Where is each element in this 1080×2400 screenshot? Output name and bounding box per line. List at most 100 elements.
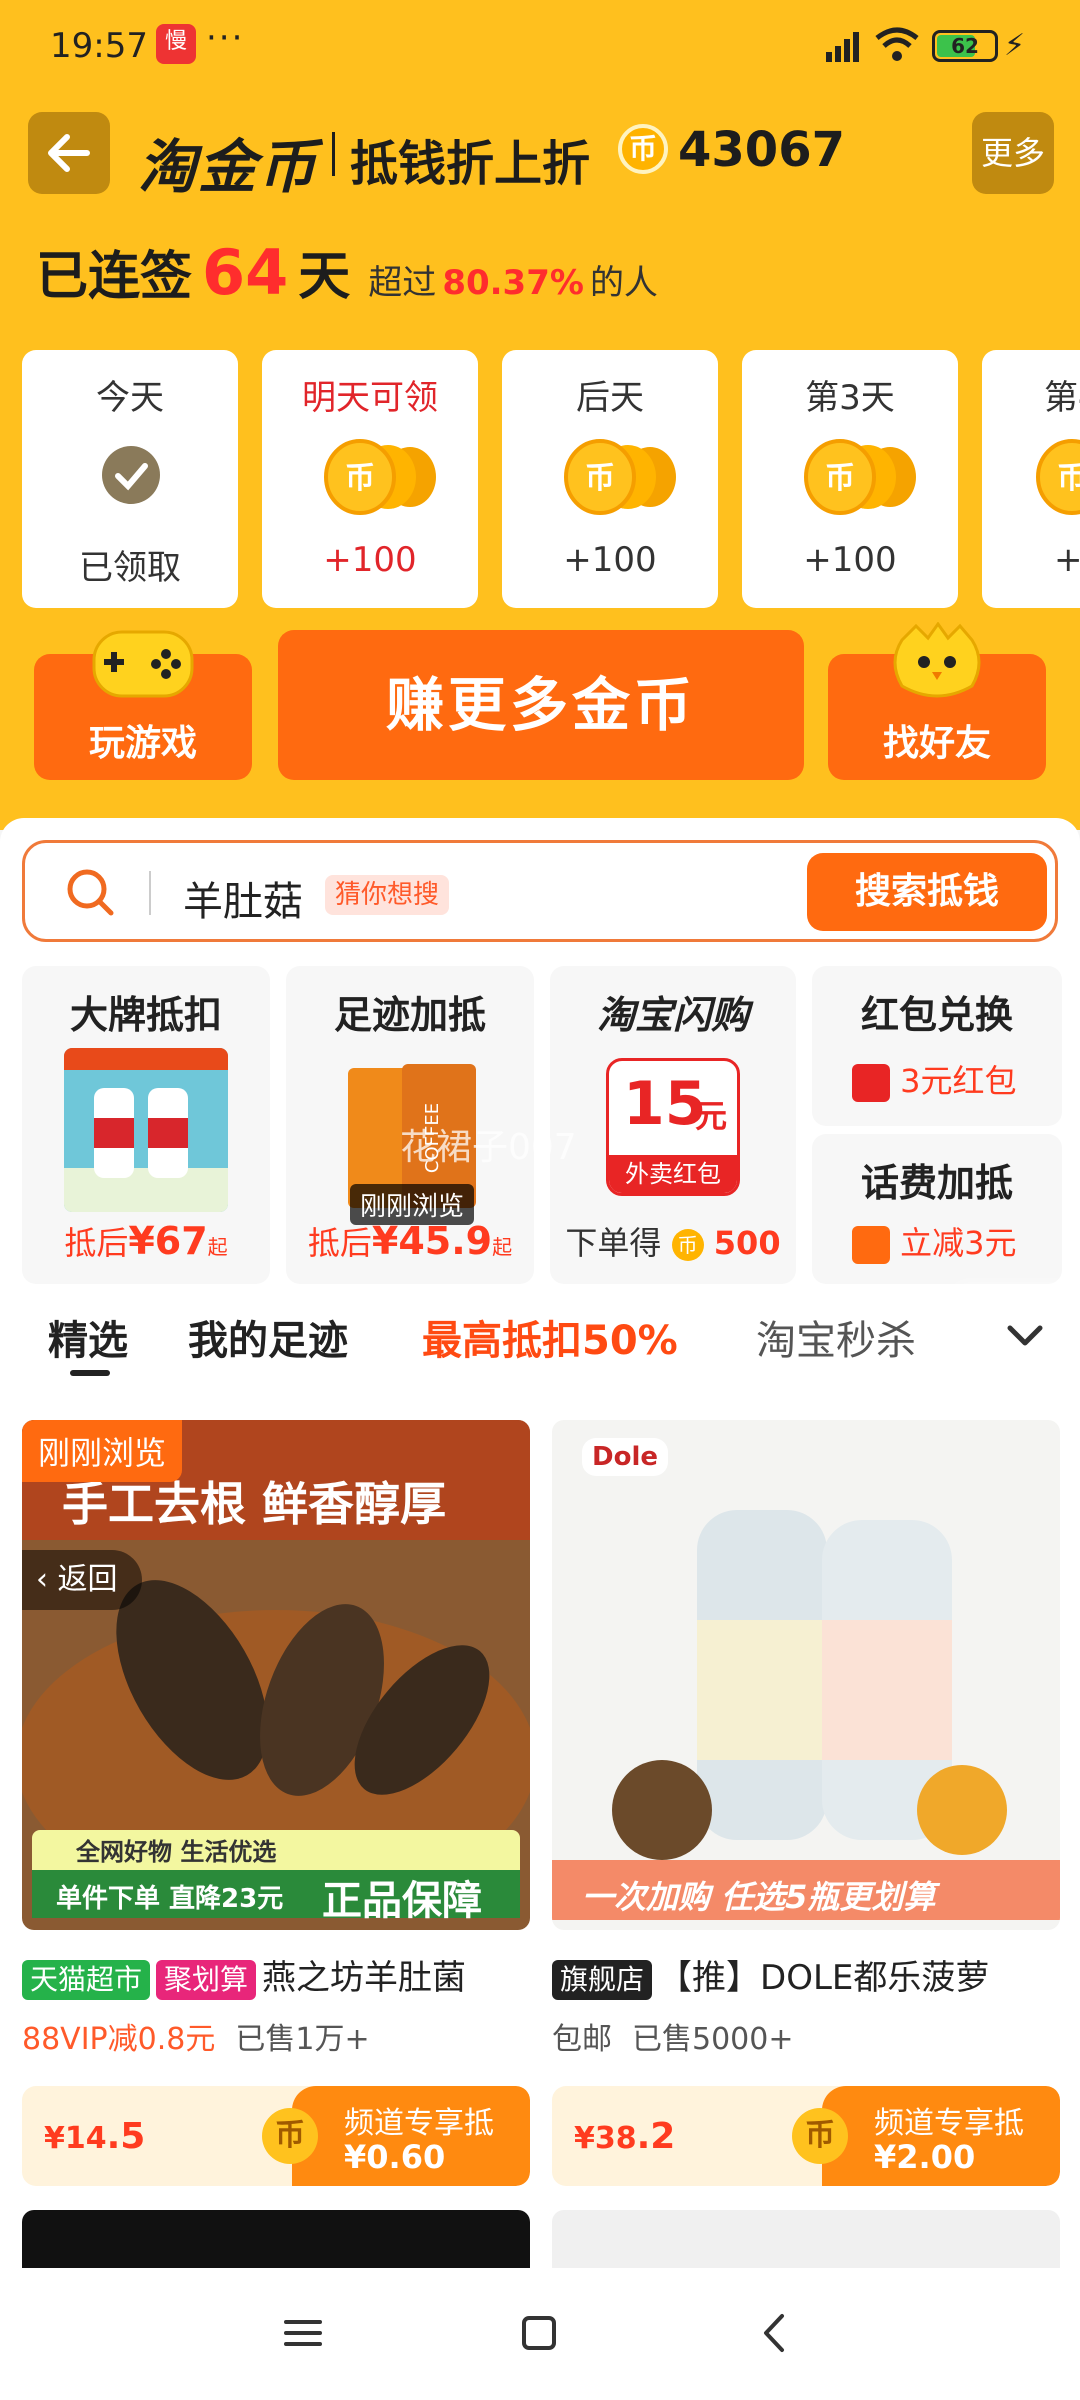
- coupon-ribbon: 外卖红包: [609, 1155, 737, 1193]
- day-label: 明天可领: [302, 378, 438, 418]
- day-label: 第3天: [805, 378, 895, 418]
- search-suggestion-tag: 猜你想搜: [325, 875, 450, 915]
- tab-flash-sale[interactable]: 淘宝秒杀: [756, 1308, 916, 1366]
- search-button[interactable]: 搜索抵钱: [807, 853, 1047, 931]
- product-price: ¥38.2: [574, 2116, 676, 2157]
- find-friends-label: 找好友: [882, 723, 991, 764]
- wifi-icon: [875, 27, 919, 61]
- product-price: ¥14.5: [44, 2116, 146, 2157]
- promo-title: 足迹加抵: [333, 993, 486, 1037]
- menu-icon[interactable]: [278, 2308, 328, 2358]
- battery-icon: 62: [932, 30, 998, 62]
- app-notification-icon: 慢: [156, 24, 196, 64]
- search-icon: [67, 869, 114, 916]
- brand-logo: Dole: [582, 1438, 668, 1476]
- checkin-day-tomorrow[interactable]: 明天可领 币 +100: [262, 350, 478, 608]
- back-button[interactable]: [28, 112, 110, 194]
- brand-title: 淘金币: [138, 133, 319, 201]
- streak-unit: 天: [298, 247, 351, 307]
- status-time: 19:57: [50, 26, 148, 66]
- coupon-unit: 元: [695, 1097, 728, 1135]
- checkin-day-4[interactable]: 第4 币 +1: [982, 350, 1080, 608]
- system-nav-bar: [0, 2268, 1080, 2400]
- price-bar[interactable]: ¥14.5 币 频道专享抵 ¥0.60: [22, 2086, 530, 2186]
- find-friends-button[interactable]: 找好友: [828, 622, 1046, 780]
- sign-in-streak: 已连签 64 天 超过 80.37% 的人: [36, 234, 658, 309]
- promo-flash-buy[interactable]: 淘宝闪购 15 元 外卖红包 下单得 币 500: [550, 966, 796, 1284]
- arrow-left-icon: [48, 134, 90, 172]
- product-image: Dole 一次加购 任选5瓶更划算: [552, 1420, 1060, 1930]
- product-image: 手工去根 鲜香醇厚 全网好物 生活优选 单件下单 直降23元 正品保障 刚刚浏览…: [22, 1420, 530, 1930]
- coin-stack-icon: 币: [1036, 439, 1080, 515]
- day-label: 今天: [96, 378, 164, 418]
- play-games-button[interactable]: 玩游戏: [34, 630, 252, 780]
- product-card-partial[interactable]: [552, 2210, 1060, 2268]
- product-card-partial[interactable]: [22, 2210, 530, 2268]
- tmall-badge: 天猫超市: [22, 1959, 151, 2000]
- streak-days: 64: [202, 236, 289, 309]
- day-amount: +100: [563, 540, 657, 580]
- product-card[interactable]: Dole 一次加购 任选5瓶更划算 旗舰店 【推】DOLE都乐菠萝 包邮 已售500…: [552, 1420, 1060, 2220]
- play-games-label: 玩游戏: [88, 723, 197, 764]
- coin-icon: 币: [618, 124, 668, 174]
- back-nav-icon[interactable]: [750, 2308, 800, 2358]
- search-bar: 羊肚菇 猜你想搜 搜索抵钱: [22, 840, 1058, 942]
- checkin-day-today[interactable]: 今天 已领取: [22, 350, 238, 608]
- product-card[interactable]: 手工去根 鲜香醇厚 全网好物 生活优选 单件下单 直降23元 正品保障 刚刚浏览…: [22, 1420, 530, 2220]
- charging-icon: ⚡: [1004, 28, 1026, 63]
- day-amount: +100: [323, 540, 417, 580]
- promo-brand-discount[interactable]: 大牌抵扣 抵后¥67起: [22, 966, 270, 1284]
- header-divider: [332, 132, 335, 176]
- daily-checkin-row: 今天 已领取 明天可领 币 +100 后天 币 +100 第3天 币 +100 …: [22, 350, 1080, 608]
- day-amount: +100: [803, 540, 897, 580]
- more-button[interactable]: 更多: [972, 112, 1054, 194]
- promo-redpacket-exchange[interactable]: 红包兑换 3元红包: [812, 966, 1062, 1126]
- coin-icon: 币: [792, 2108, 848, 2164]
- content-panel: 羊肚菇 猜你想搜 搜索抵钱 大牌抵扣 抵后¥67起 足迹加抵 COFFEE 刚刚…: [0, 818, 1080, 2268]
- promo-reward: 下单得 币 500: [565, 1224, 781, 1262]
- channel-discount: 币 频道专享抵 ¥2.00: [792, 2086, 1060, 2186]
- top-panel: 19:57 慢 ··· 62 ⚡ 淘金币 抵钱折上折 币 43067 更多 已连…: [0, 0, 1080, 830]
- search-separator: [149, 871, 151, 915]
- image-banner-2: 单件下单 直降23元: [56, 1884, 284, 1914]
- slogan: 抵钱折上折: [350, 136, 591, 192]
- channel-discount: 币 频道专享抵 ¥0.60: [262, 2086, 530, 2186]
- tab-max-discount[interactable]: 最高抵扣50%: [422, 1308, 678, 1366]
- product-title: 天猫超市 聚划算 燕之坊羊肚菌: [22, 1950, 530, 2000]
- product-meta: 包邮 已售5000+: [552, 2022, 794, 2057]
- takeout-coupon: 15 元 外卖红包: [606, 1058, 740, 1196]
- redpacket-icon: [852, 1064, 890, 1102]
- coin-stack-icon: 币: [564, 439, 676, 515]
- product-thumbnail: [64, 1048, 228, 1212]
- home-icon[interactable]: [514, 2308, 564, 2358]
- promo-phone-bill[interactable]: 话费加抵 立减3元: [812, 1134, 1062, 1284]
- action-row: 玩游戏 赚更多金币 找好友: [0, 620, 1080, 780]
- checkin-day-3[interactable]: 第3天 币 +100: [742, 350, 958, 608]
- checkin-day-after-tomorrow[interactable]: 后天 币 +100: [502, 350, 718, 608]
- juhuasuan-badge: 聚划算: [156, 1959, 257, 2000]
- floating-back-button[interactable]: ‹ 返回: [22, 1550, 142, 1610]
- check-icon: [102, 446, 160, 504]
- day-status: 已领取: [79, 548, 181, 588]
- promo-sub: 立减3元: [852, 1218, 1017, 1264]
- earn-more-coins-button[interactable]: 赚更多金币: [278, 630, 804, 780]
- product-meta: 88VIP减0.8元 已售1万+: [22, 2022, 370, 2057]
- expand-tabs-button[interactable]: [970, 1288, 1080, 1388]
- gamepad-icon: [92, 630, 194, 698]
- price-bar[interactable]: ¥38.2 币 频道专享抵 ¥2.00: [552, 2086, 1060, 2186]
- image-guarantee: 正品保障: [322, 1878, 482, 1924]
- recently-viewed-tag: 刚刚浏览: [22, 1420, 183, 1482]
- streak-prefix: 已连签: [36, 247, 193, 307]
- coupon-value: 15: [623, 1069, 707, 1139]
- search-input[interactable]: 羊肚菇: [183, 869, 303, 927]
- svg-text:币: 币: [825, 461, 855, 496]
- promo-price: 抵后¥45.9起: [307, 1219, 513, 1263]
- tab-my-footprint[interactable]: 我的足迹: [188, 1308, 348, 1366]
- watermark: 花裙子007: [400, 1127, 577, 1168]
- coin-stack-icon: 币: [324, 439, 436, 515]
- day-amount: +1: [1054, 540, 1080, 580]
- svg-text:币: 币: [585, 461, 615, 496]
- tab-featured[interactable]: 精选: [48, 1308, 128, 1376]
- promo-title: 红包兑换: [860, 993, 1013, 1037]
- beat-percent: 80.37%: [442, 263, 584, 303]
